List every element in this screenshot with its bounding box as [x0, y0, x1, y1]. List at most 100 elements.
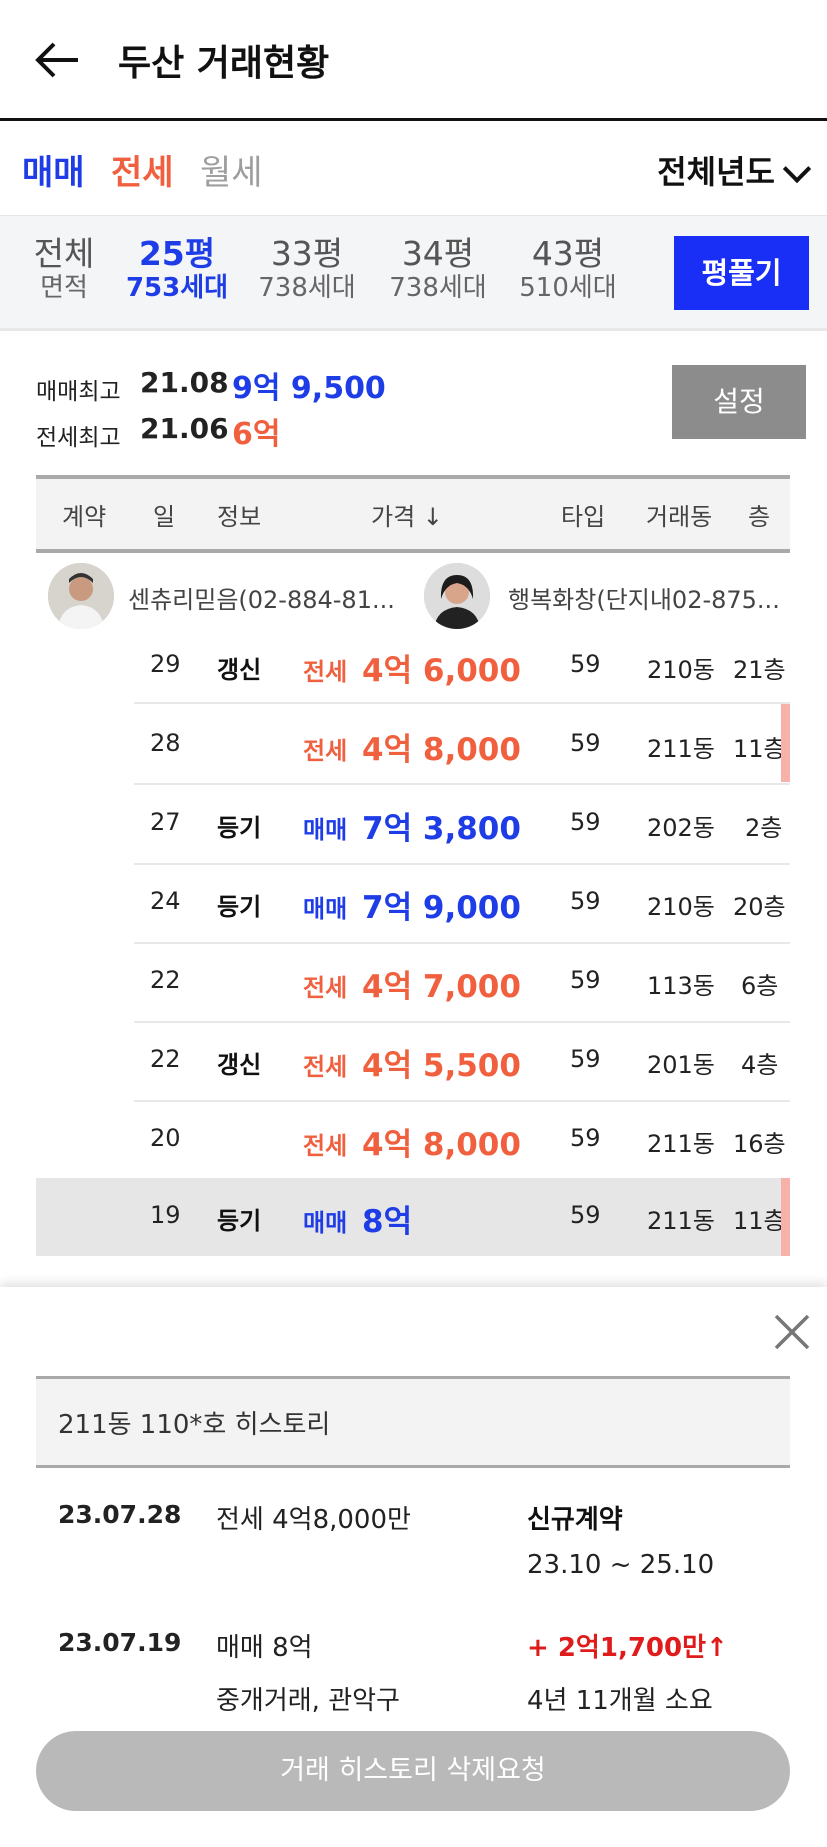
row-day: 29 [150, 650, 181, 678]
row-building: 210동 [647, 893, 715, 921]
jeonse-max-price: 6억 [232, 417, 281, 452]
row-building: 202동 [647, 814, 715, 842]
delete-history-request-button[interactable]: 거래 히스토리 삭제요청 [36, 1731, 790, 1811]
size-option-33[interactable]: 33평 738세대 [247, 234, 367, 304]
col-building: 거래동 [646, 503, 713, 531]
row-info: 갱신 [217, 656, 262, 684]
jeonse-max-date: 21.06 [140, 412, 229, 445]
row-highlight-marker [781, 1178, 790, 1256]
col-type: 타입 [561, 503, 606, 531]
tab-monthly[interactable]: 월세 [200, 145, 263, 194]
row-day: 22 [150, 1045, 181, 1073]
row-type: 59 [570, 729, 601, 757]
col-info: 정보 [217, 503, 262, 531]
row-kind: 매매 [303, 1209, 348, 1237]
history-status: 신규계약 [527, 1505, 623, 1535]
table-row-selected[interactable]: 19 등기 매매 8억 59 211동 11층 [36, 1178, 790, 1256]
back-arrow-icon[interactable] [34, 38, 82, 82]
row-building: 211동 [647, 1130, 715, 1158]
agent-card[interactable]: 행복화창(단지내02-875... [418, 553, 790, 640]
table-row[interactable]: 22 전세 4억 7,000 59 113동 6층 [36, 943, 790, 1023]
row-day: 19 [150, 1201, 181, 1229]
row-price: 7억 9,000 [362, 890, 521, 926]
size-label: 43평 [531, 234, 605, 273]
row-kind: 전세 [303, 737, 348, 765]
history-title: 211동 110*호 히스토리 [58, 1410, 331, 1440]
row-price: 4억 5,500 [362, 1048, 521, 1084]
table-row[interactable]: 28 전세 4억 8,000 59 211동 11층 [36, 704, 790, 785]
chevron-down-icon [782, 154, 812, 184]
agent-name: 행복화창(단지내02-875... [508, 586, 780, 614]
row-price: 7억 3,800 [362, 811, 521, 847]
row-kind: 매매 [303, 816, 348, 844]
size-option-34[interactable]: 34평 738세대 [378, 234, 498, 304]
col-contract: 계약 [62, 503, 107, 531]
agent-avatar-icon [424, 563, 490, 629]
history-deal: 전세 4억8,000만 [216, 1505, 411, 1535]
table-row[interactable]: 27 등기 매매 7억 3,800 59 202동 2층 [36, 785, 790, 865]
row-price: 4억 8,000 [362, 732, 521, 768]
row-price: 8억 [362, 1204, 413, 1240]
history-deal: 매매 8억 [216, 1633, 313, 1663]
size-sub: 면적 [40, 273, 88, 303]
row-building: 211동 [647, 735, 715, 763]
row-day: 22 [150, 966, 181, 994]
size-label: 전체 [33, 234, 95, 273]
row-price: 4억 7,000 [362, 969, 521, 1005]
row-type: 59 [570, 808, 601, 836]
agent-name: 센츄리믿음(02-884-81... [128, 586, 395, 614]
row-building: 201동 [647, 1051, 715, 1079]
table-row[interactable]: 24 등기 매매 7억 9,000 59 210동 20층 [36, 864, 790, 944]
row-floor: 4층 [741, 1051, 779, 1079]
page-title: 두산 거래현황 [118, 43, 330, 84]
row-type: 59 [570, 887, 601, 915]
agent-card[interactable]: 센츄리믿음(02-884-81... [36, 553, 396, 640]
jeonse-max-label: 전세최고 [36, 425, 121, 451]
row-kind: 전세 [303, 1053, 348, 1081]
row-building: 113동 [647, 972, 715, 1000]
sale-max-date: 21.08 [140, 366, 229, 399]
history-date: 23.07.28 [58, 1500, 182, 1529]
row-type: 59 [570, 1124, 601, 1152]
tab-jeonse[interactable]: 전세 [111, 145, 174, 194]
close-icon[interactable] [770, 1310, 814, 1354]
size-option-all[interactable]: 전체 면적 [4, 234, 124, 304]
table-row[interactable]: 22 갱신 전세 4억 5,500 59 201동 4층 [36, 1022, 790, 1102]
row-price: 4억 6,000 [362, 653, 521, 689]
col-day: 일 [153, 503, 176, 531]
row-highlight-marker [781, 704, 790, 782]
size-sub: 753세대 [125, 273, 229, 303]
sale-max-label: 매매최고 [36, 379, 121, 405]
year-filter-dropdown[interactable]: 전체년도 [657, 147, 812, 193]
size-label: 25평 [138, 234, 216, 273]
row-day: 24 [150, 887, 181, 915]
size-option-43[interactable]: 43평 510세대 [508, 234, 628, 304]
size-option-25[interactable]: 25평 753세대 [117, 234, 237, 304]
row-type: 59 [570, 1201, 601, 1229]
row-kind: 전세 [303, 1132, 348, 1160]
size-label: 33평 [270, 234, 344, 273]
row-kind: 전세 [303, 974, 348, 1002]
tab-sale[interactable]: 매매 [22, 145, 85, 194]
col-price-sort[interactable]: 가격 ↓ [371, 497, 443, 532]
row-type: 59 [570, 966, 601, 994]
row-info: 등기 [217, 814, 262, 842]
row-kind: 전세 [303, 658, 348, 686]
expand-pyeong-button[interactable]: 평풀기 [674, 236, 809, 310]
col-floor: 층 [748, 503, 771, 531]
row-floor: 21층 [733, 656, 786, 684]
row-floor: 2층 [745, 814, 783, 842]
row-info: 등기 [217, 893, 262, 921]
row-day: 20 [150, 1124, 181, 1152]
row-day: 27 [150, 808, 181, 836]
settings-button[interactable]: 설정 [672, 365, 806, 439]
row-price: 4억 8,000 [362, 1127, 521, 1163]
size-label: 34평 [401, 234, 475, 273]
row-type: 59 [570, 650, 601, 678]
row-type: 59 [570, 1045, 601, 1073]
row-floor: 11층 [733, 1207, 786, 1235]
table-row[interactable]: 20 전세 4억 8,000 59 211동 16층 [36, 1101, 790, 1179]
row-floor: 20층 [733, 893, 786, 921]
row-building: 210동 [647, 656, 715, 684]
size-sub: 738세대 [258, 273, 356, 303]
